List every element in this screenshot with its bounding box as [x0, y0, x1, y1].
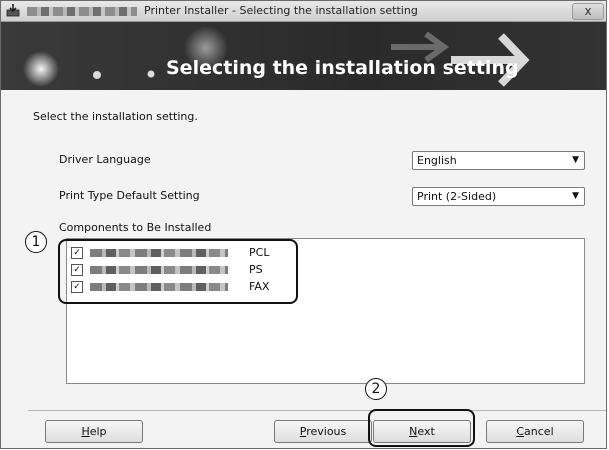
callout-highlight-components [58, 239, 298, 304]
page-heading: Selecting the installation setting [166, 57, 519, 79]
footer-divider [28, 410, 606, 411]
print-type-select[interactable]: Print (2-Sided) ▼ [412, 187, 585, 206]
instruction-text: Select the installation setting. [33, 110, 198, 123]
header-banner: Selecting the installation setting [1, 22, 606, 90]
help-mnemonic: H [81, 425, 90, 438]
callout-number-2: 2 [365, 378, 387, 400]
callout-number-1: 1 [25, 231, 47, 253]
cancel-button[interactable]: Cancel [486, 420, 584, 443]
previous-label: revious [306, 425, 347, 438]
help-label: elp [89, 425, 107, 438]
previous-button[interactable]: Previous [274, 420, 372, 443]
cancel-label: ancel [524, 425, 554, 438]
driver-language-value: English [417, 154, 457, 167]
callout-highlight-next [368, 409, 475, 447]
installer-icon [6, 4, 20, 17]
print-type-value: Print (2-Sided) [417, 190, 497, 203]
window-title: Printer Installer - Selecting the instal… [144, 4, 418, 17]
banner-decoration [23, 26, 530, 87]
print-type-label: Print Type Default Setting [59, 189, 200, 202]
chevron-down-icon: ▼ [572, 155, 579, 165]
close-button[interactable]: x [572, 3, 604, 20]
installer-window: Printer Installer - Selecting the instal… [0, 0, 607, 449]
title-bar: Printer Installer - Selecting the instal… [1, 1, 606, 22]
components-label: Components to Be Installed [59, 221, 212, 234]
redacted-product-name [27, 7, 137, 16]
help-button[interactable]: Help [45, 420, 143, 443]
close-icon: x [584, 4, 592, 18]
driver-language-select[interactable]: English ▼ [412, 151, 585, 170]
cancel-mnemonic: C [516, 425, 525, 438]
chevron-down-icon: ▼ [572, 191, 579, 201]
driver-language-label: Driver Language [59, 153, 151, 166]
